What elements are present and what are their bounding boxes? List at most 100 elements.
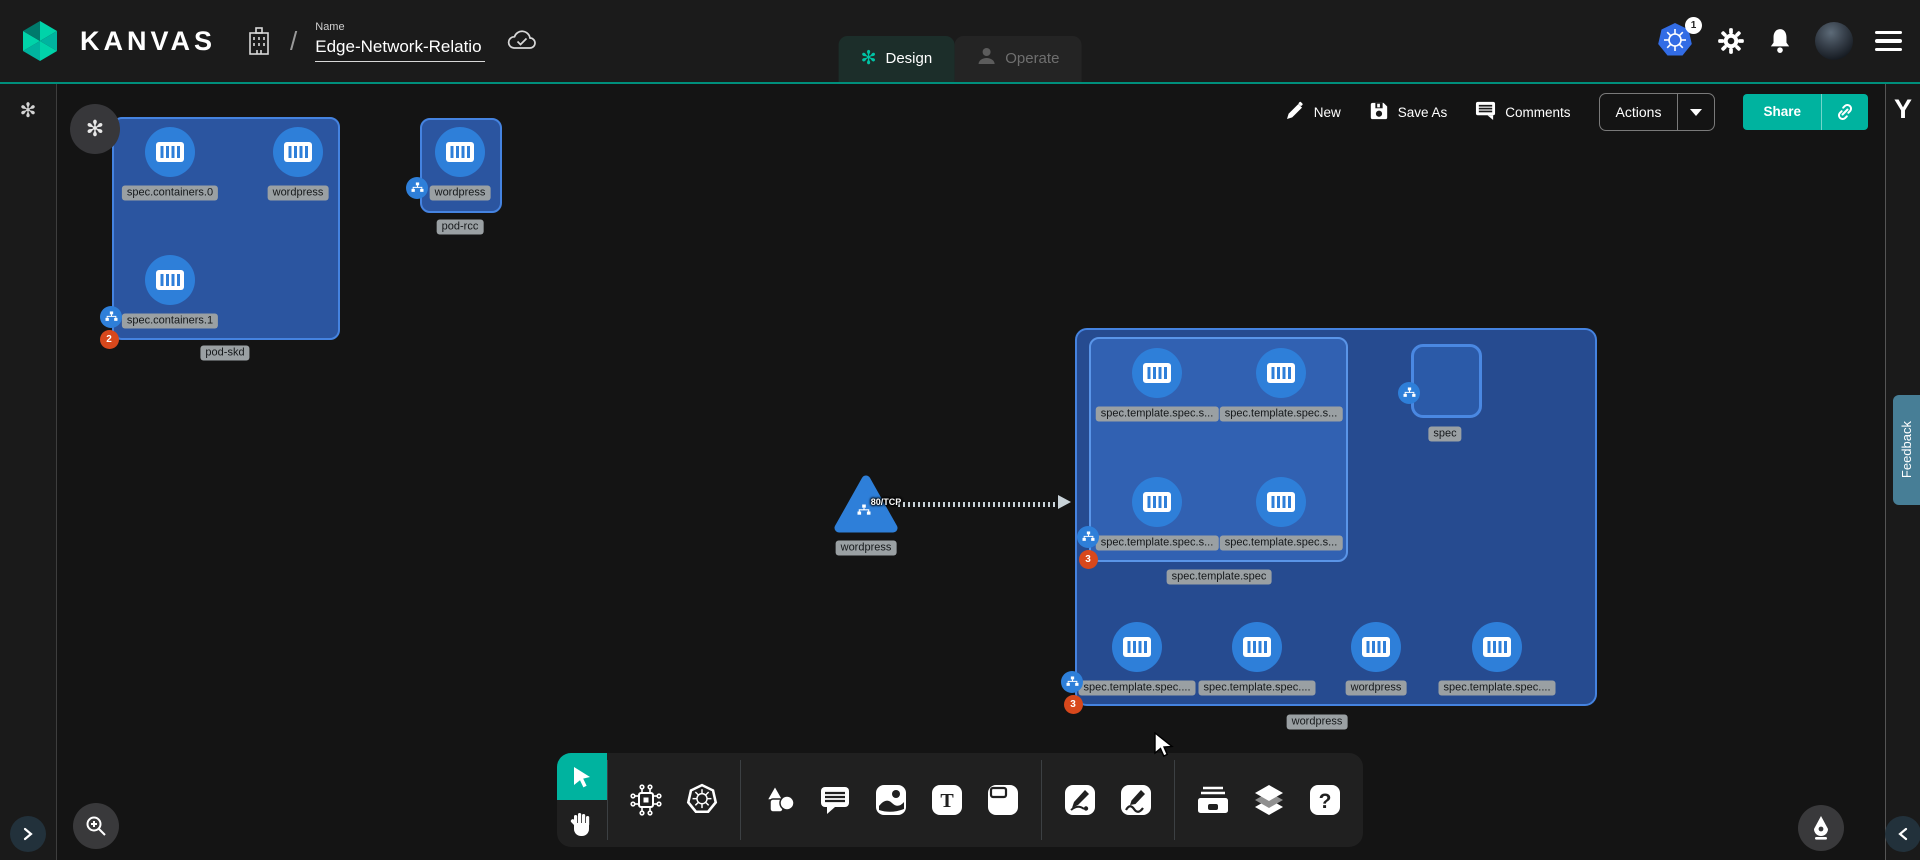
tab-operate[interactable]: Operate — [954, 36, 1081, 82]
edge-pen-icon — [1064, 784, 1096, 816]
settings-gear-icon[interactable] — [1717, 27, 1745, 55]
network-badge[interactable] — [1061, 671, 1083, 693]
collapse-panel-button[interactable] — [1885, 816, 1920, 852]
network-icon — [411, 182, 424, 193]
components-tool-button[interactable] — [618, 753, 674, 847]
shapes-icon — [763, 784, 795, 816]
comments-button[interactable]: Comments — [1475, 100, 1570, 124]
design-name-block: Name — [315, 21, 485, 62]
new-button[interactable]: New — [1285, 101, 1341, 124]
group-spec-template-spec[interactable] — [1089, 337, 1348, 562]
container-node[interactable] — [145, 255, 195, 305]
container-icon — [155, 267, 185, 293]
spec-shape-label: spec — [1428, 427, 1461, 442]
pen-nib-button[interactable] — [1798, 805, 1844, 851]
actions-button[interactable]: Actions — [1600, 94, 1678, 130]
diagram-layer: pod-skdpod-rccwordpressspec.template.spe… — [0, 84, 1920, 860]
error-count-badge[interactable]: 3 — [1064, 695, 1083, 714]
spec-shape-node[interactable] — [1411, 344, 1482, 418]
container-icon — [1242, 634, 1272, 660]
tool-palette: T — [557, 753, 1363, 847]
network-icon — [1082, 531, 1095, 542]
edge-pen-tool-button[interactable] — [1052, 753, 1108, 847]
cloud-saved-icon — [507, 29, 537, 53]
container-node[interactable] — [1132, 477, 1182, 527]
network-badge[interactable] — [100, 306, 122, 328]
service-node-label: wordpress — [836, 541, 897, 556]
image-tool-button[interactable] — [863, 753, 919, 847]
svg-text:?: ? — [1319, 790, 1332, 813]
container-node[interactable] — [145, 127, 195, 177]
container-node-label: spec.template.spec.s... — [1220, 407, 1343, 422]
design-canvas[interactable]: pod-skdpod-rccwordpressspec.template.spe… — [0, 84, 1920, 860]
container-node[interactable] — [435, 127, 485, 177]
kubernetes-tool-button[interactable] — [674, 753, 730, 847]
freehand-draw-icon — [1120, 784, 1152, 816]
container-icon — [1266, 360, 1296, 386]
container-node-label: spec.containers.0 — [122, 186, 218, 201]
save-as-button[interactable]: Save As — [1369, 101, 1448, 124]
edge-arrowhead — [1058, 495, 1071, 509]
shapes-tool-button[interactable] — [751, 753, 807, 847]
select-tool-button[interactable] — [557, 753, 607, 800]
zoom-button[interactable] — [73, 803, 119, 849]
comment-tool-button[interactable] — [807, 753, 863, 847]
container-node[interactable] — [1232, 622, 1282, 672]
container-node-label: spec.containers.1 — [122, 314, 218, 329]
container-node[interactable] — [1132, 348, 1182, 398]
user-avatar[interactable] — [1815, 22, 1853, 60]
text-icon: T — [931, 784, 963, 816]
note-tool-button[interactable] — [975, 753, 1031, 847]
organization-icon[interactable] — [246, 26, 272, 56]
notifications-bell-icon[interactable] — [1767, 27, 1793, 55]
help-tool-button[interactable]: ? — [1297, 753, 1353, 847]
feedback-tab[interactable]: Feedback — [1893, 395, 1920, 505]
copy-link-button[interactable] — [1821, 94, 1868, 130]
freehand-draw-tool-button[interactable] — [1108, 753, 1164, 847]
pan-tool-button[interactable] — [557, 800, 607, 847]
menu-hamburger-icon[interactable] — [1875, 31, 1902, 52]
kanvas-logo-icon[interactable] — [18, 19, 62, 63]
comment-bubble-icon — [819, 784, 851, 816]
group-label-spec-template-spec: spec.template.spec — [1167, 570, 1272, 585]
actions-dropdown-button[interactable] — [1677, 94, 1714, 130]
actions-split-button[interactable]: Actions — [1599, 93, 1716, 131]
share-split-button[interactable]: Share — [1743, 94, 1868, 130]
container-node[interactable] — [1472, 622, 1522, 672]
chevron-down-icon — [1690, 109, 1702, 116]
container-node[interactable] — [273, 127, 323, 177]
breadcrumb-separator: / — [290, 26, 297, 57]
kubernetes-context-icon[interactable]: 1 — [1655, 21, 1695, 61]
network-badge[interactable] — [406, 177, 428, 199]
chip-icon — [629, 783, 663, 817]
container-node[interactable] — [1256, 477, 1306, 527]
network-badge[interactable] — [1398, 382, 1420, 404]
design-mode-icon: ✻ — [861, 49, 877, 68]
container-icon — [283, 139, 313, 165]
container-node-label: spec.template.spec.... — [1199, 681, 1316, 696]
layers-tool-button[interactable] — [1241, 753, 1297, 847]
history-spiral-icon[interactable]: ✻ — [20, 98, 37, 123]
design-name-input[interactable] — [315, 35, 485, 62]
drawer-tool-button[interactable] — [1185, 753, 1241, 847]
left-rail: ✻ — [0, 84, 57, 860]
tab-design[interactable]: ✻ Design — [839, 36, 955, 82]
text-tool-button[interactable]: T — [919, 753, 975, 847]
layers-icon — [1252, 783, 1286, 817]
container-node-label: spec.template.spec.... — [1439, 681, 1556, 696]
container-node[interactable] — [1256, 348, 1306, 398]
link-icon — [1835, 102, 1855, 122]
container-node-label: spec.template.spec.s... — [1096, 536, 1219, 551]
share-button[interactable]: Share — [1743, 94, 1821, 130]
container-icon — [1122, 634, 1152, 660]
flower-node-button[interactable]: ✻ — [70, 104, 120, 154]
container-node[interactable] — [1112, 622, 1162, 672]
container-node-label: wordpress — [1346, 681, 1407, 696]
error-count-badge[interactable]: 3 — [1079, 550, 1098, 569]
save-icon — [1369, 101, 1389, 124]
container-node[interactable] — [1351, 622, 1401, 672]
service-edge[interactable] — [898, 502, 1060, 507]
error-count-badge[interactable]: 2 — [100, 330, 119, 349]
network-badge[interactable] — [1077, 526, 1099, 548]
expand-panel-button[interactable] — [10, 816, 46, 852]
